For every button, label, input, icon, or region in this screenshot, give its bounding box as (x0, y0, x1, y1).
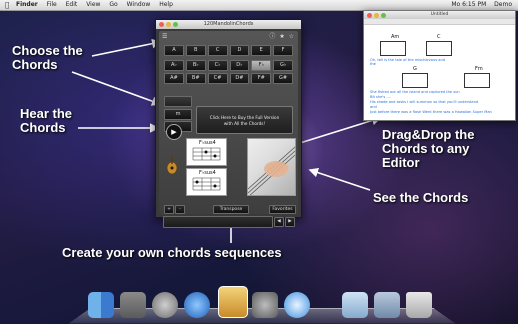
fretboard-graphic (192, 177, 221, 191)
chord-diagram-2[interactable]: F♭sus4 (186, 168, 227, 196)
menu-icon[interactable]: ☰ (162, 33, 167, 40)
editor-text-line[interactable]: Just before there was a flash Went there… (370, 110, 492, 114)
app-top-row: ☰ ⓘ ★ ☆ (162, 33, 295, 41)
chord-diagram-1[interactable]: F♭sus4 (186, 138, 227, 166)
app-store-icon[interactable] (184, 292, 210, 318)
key-button[interactable]: B♭ (185, 60, 206, 71)
editor-text-line[interactable]: Oh, tell is the tale of the mischievous … (370, 58, 445, 62)
key-button[interactable]: A# (164, 73, 184, 84)
key-button[interactable]: B (185, 45, 206, 56)
minor-button[interactable]: m (164, 109, 192, 120)
hand-on-fretboard-photo (247, 138, 296, 196)
editor-chord-diagram (380, 41, 406, 56)
finder-icon[interactable] (88, 292, 114, 318)
folder-icon[interactable] (342, 292, 368, 318)
editor-chord-name: C (437, 34, 441, 40)
remove-button[interactable]: - (175, 205, 185, 214)
bottom-toolbar: + - Transpose Favorites (163, 202, 296, 214)
key-button[interactable]: D# (229, 73, 250, 84)
editor-text-line[interactable]: His shade and tasks I will summon so tha… (370, 100, 478, 104)
play-button[interactable]: ▶ (166, 124, 182, 140)
app-title: 120MandolinChords (203, 21, 254, 27)
key-button[interactable]: C# (207, 73, 228, 84)
key-button[interactable]: B# (185, 73, 206, 84)
mandolin-icon (166, 156, 178, 175)
key-button[interactable]: C♭ (207, 60, 228, 71)
fretboard-photo-graphic (248, 146, 295, 195)
editor-chord-diagram (426, 41, 452, 56)
editor-text-line[interactable]: Bit she's .... (370, 95, 391, 99)
app-icon[interactable] (120, 292, 146, 318)
settings-icon[interactable] (252, 292, 278, 318)
dock (68, 286, 456, 324)
app-body: ☰ ⓘ ★ ☆ A B C D E F A♭ B♭ C♭ D♭ F♭ G♭ A#… (159, 31, 298, 228)
editor-text-line[interactable]: the (370, 62, 376, 66)
arrow-see (308, 167, 371, 191)
editor-titlebar: Untitled (364, 11, 515, 19)
transpose-button[interactable]: Transpose (213, 205, 249, 214)
callout-drag: Drag&Drop the Chords to any Editor (382, 128, 474, 170)
downloads-icon[interactable] (374, 292, 400, 318)
arrow-choose-2 (71, 71, 162, 106)
arrow-choose-1 (91, 38, 162, 57)
editor-chord-diagram (464, 73, 490, 88)
key-button[interactable]: C (207, 45, 228, 56)
editor-minimize-button[interactable] (374, 12, 379, 18)
key-button[interactable]: A (164, 45, 184, 56)
trash-icon[interactable] (406, 292, 432, 318)
key-button[interactable]: F (273, 45, 293, 56)
modifier-button[interactable] (164, 96, 192, 107)
app-titlebar: 120MandolinChords (156, 20, 301, 29)
callout-see-text: See the Chords (373, 190, 469, 205)
editor-text-line[interactable]: and (370, 105, 377, 109)
chord-sequence-strip[interactable] (163, 216, 273, 228)
sequence-prev-button[interactable]: ◀ (274, 217, 284, 227)
key-button[interactable]: E (251, 45, 272, 56)
key-button[interactable]: G♭ (273, 60, 293, 71)
editor-chord-diagram (402, 73, 428, 88)
editor-close-button[interactable] (367, 12, 372, 18)
chord-sequence-row: ◀ ▶ (163, 216, 295, 228)
callout-drag-text: Drag&Drop the Chords to any Editor (382, 127, 475, 170)
editor-toolbar (364, 19, 515, 25)
favorites-button[interactable]: Favorites (269, 205, 296, 214)
text-editor-window: Untitled Am C Oh, tell is the tale of th… (363, 10, 516, 121)
editor-chord-name: Am (391, 34, 400, 40)
editor-title: Untitled (430, 12, 449, 17)
zoom-button[interactable] (173, 22, 178, 27)
callout-hear-text: Hear the Chords (20, 106, 73, 135)
key-button[interactable]: D♭ (229, 60, 250, 71)
callout-create-text: Create your own chords sequences (62, 245, 282, 260)
callout-choose-text: Choose the Chords (12, 43, 83, 72)
buy-full-version-button[interactable]: Click Here to Buy the Full Version with … (196, 106, 293, 134)
app-window: 120MandolinChords ☰ ⓘ ★ ☆ A B C D E F A♭… (155, 19, 302, 228)
editor-chord-name: G (413, 66, 417, 72)
sequence-next-button[interactable]: ▶ (285, 217, 295, 227)
rocket-icon[interactable] (152, 292, 178, 318)
close-button[interactable] (159, 22, 164, 27)
safari-icon[interactable] (284, 292, 310, 318)
key-button[interactable]: G# (273, 73, 293, 84)
info-rating-icons[interactable]: ⓘ ★ ☆ (269, 33, 295, 41)
key-grid: A B C D E F A♭ B♭ C♭ D♭ F♭ G♭ A# B# C# D… (164, 45, 293, 84)
editor-chord-name: Fm (475, 66, 483, 72)
callout-hear: Hear the Chords (20, 107, 72, 135)
add-button[interactable]: + (164, 205, 174, 214)
minimize-button[interactable] (166, 22, 171, 27)
arrow-drag (299, 115, 382, 144)
key-button[interactable]: A♭ (164, 60, 184, 71)
mandolin-chords-icon[interactable] (218, 286, 248, 318)
buy-text: Click Here to Buy the Full Version with … (209, 115, 280, 126)
modifier-row: m Click Here to Buy the Full Version wit… (164, 96, 294, 136)
callout-create: Create your own chords sequences (62, 246, 282, 260)
key-button[interactable]: D (229, 45, 250, 56)
editor-zoom-button[interactable] (381, 12, 386, 18)
key-button-selected[interactable]: F♭ (251, 60, 272, 71)
key-button[interactable]: F# (251, 73, 272, 84)
callout-see: See the Chords (373, 191, 468, 205)
callout-choose: Choose the Chords (12, 44, 83, 72)
editor-text-line[interactable]: She fished out all the island and captur… (370, 90, 460, 94)
fretboard-graphic (192, 147, 221, 161)
